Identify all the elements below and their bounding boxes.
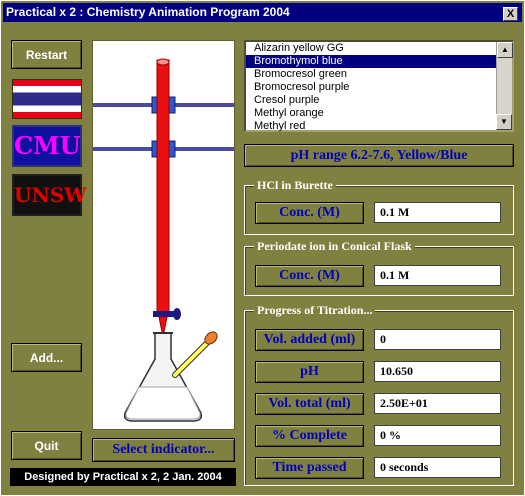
title-bar: Practical x 2 : Chemistry Animation Prog… <box>3 3 522 22</box>
ph-button[interactable]: pH <box>255 361 364 383</box>
list-item[interactable]: Alizarin yellow GG <box>246 42 512 55</box>
burette-group: HCl in Burette Conc. (M) 0.1 M <box>244 177 514 235</box>
lower-clamp-right <box>168 140 176 158</box>
time-passed-button[interactable]: Time passed <box>255 457 364 479</box>
cmu-logo: CMU <box>12 125 82 167</box>
flask-group: Periodate ion in Conical Flask Conc. (M)… <box>244 238 514 296</box>
ph-range-banner: pH range 6.2-7.6, Yellow/Blue <box>244 144 514 167</box>
scroll-up-arrow-icon[interactable]: ▲ <box>497 42 513 58</box>
upper-clamp-right <box>168 96 176 114</box>
vol-added-button[interactable]: Vol. added (ml) <box>255 329 364 351</box>
titration-apparatus <box>93 58 234 422</box>
flask-solution <box>125 386 201 420</box>
list-item[interactable]: Methyl orange <box>246 107 512 120</box>
list-item-selected[interactable]: Bromothymol blue <box>246 55 512 68</box>
flask-group-title: Periodate ion in Conical Flask <box>254 238 415 254</box>
list-item[interactable]: Bromocresol green <box>246 68 512 81</box>
percent-complete-field[interactable]: 0 % <box>374 425 501 446</box>
dropper-body <box>173 341 209 377</box>
burette-top <box>156 58 170 66</box>
stopcock-handle[interactable] <box>173 308 181 320</box>
list-item[interactable]: Bromocresol purple <box>246 81 512 94</box>
select-indicator-button[interactable]: Select indicator... <box>92 438 235 462</box>
list-item[interactable]: Methyl red <box>246 120 512 133</box>
burette-tube <box>156 59 170 317</box>
unsw-logo: UNSW <box>12 174 87 216</box>
indicator-list[interactable]: Alizarin yellow GG Bromothymol blue Brom… <box>244 40 514 132</box>
burette-group-title: HCl in Burette <box>254 177 336 193</box>
list-scrollbar[interactable]: ▲ ▼ <box>496 42 513 130</box>
app-window: Practical x 2 : Chemistry Animation Prog… <box>0 0 525 496</box>
close-button[interactable]: X <box>503 7 518 21</box>
vol-total-button[interactable]: Vol. total (ml) <box>255 393 364 415</box>
designer-credit: Designed by Practical x 2, 2 Jan. 2004 <box>10 468 236 486</box>
vol-total-field[interactable]: 2.50E+01 <box>374 393 501 414</box>
progress-group-title: Progress of Titration... <box>254 302 376 318</box>
percent-complete-button[interactable]: % Complete <box>255 425 364 447</box>
window-title: Practical x 2 : Chemistry Animation Prog… <box>6 5 290 19</box>
time-passed-field[interactable]: 0 seconds <box>374 457 501 478</box>
titration-animation <box>92 40 235 430</box>
list-item[interactable]: Cresol purple <box>246 94 512 107</box>
burette-conc-button[interactable]: Conc. (M) <box>255 202 364 224</box>
progress-group: Progress of Titration... Vol. added (ml)… <box>244 302 514 486</box>
vol-added-field[interactable]: 0 <box>374 329 501 350</box>
restart-button[interactable]: Restart <box>11 40 82 69</box>
flask-conc-button[interactable]: Conc. (M) <box>255 265 364 287</box>
quit-button[interactable]: Quit <box>11 431 82 460</box>
add-button[interactable]: Add... <box>11 343 82 372</box>
thai-flag-logo <box>12 79 82 119</box>
scroll-down-arrow-icon[interactable]: ▼ <box>496 114 512 130</box>
burette-conc-field[interactable]: 0.1 M <box>374 202 501 223</box>
flask-conc-field[interactable]: 0.1 M <box>374 265 501 286</box>
ph-field[interactable]: 10.650 <box>374 361 501 382</box>
